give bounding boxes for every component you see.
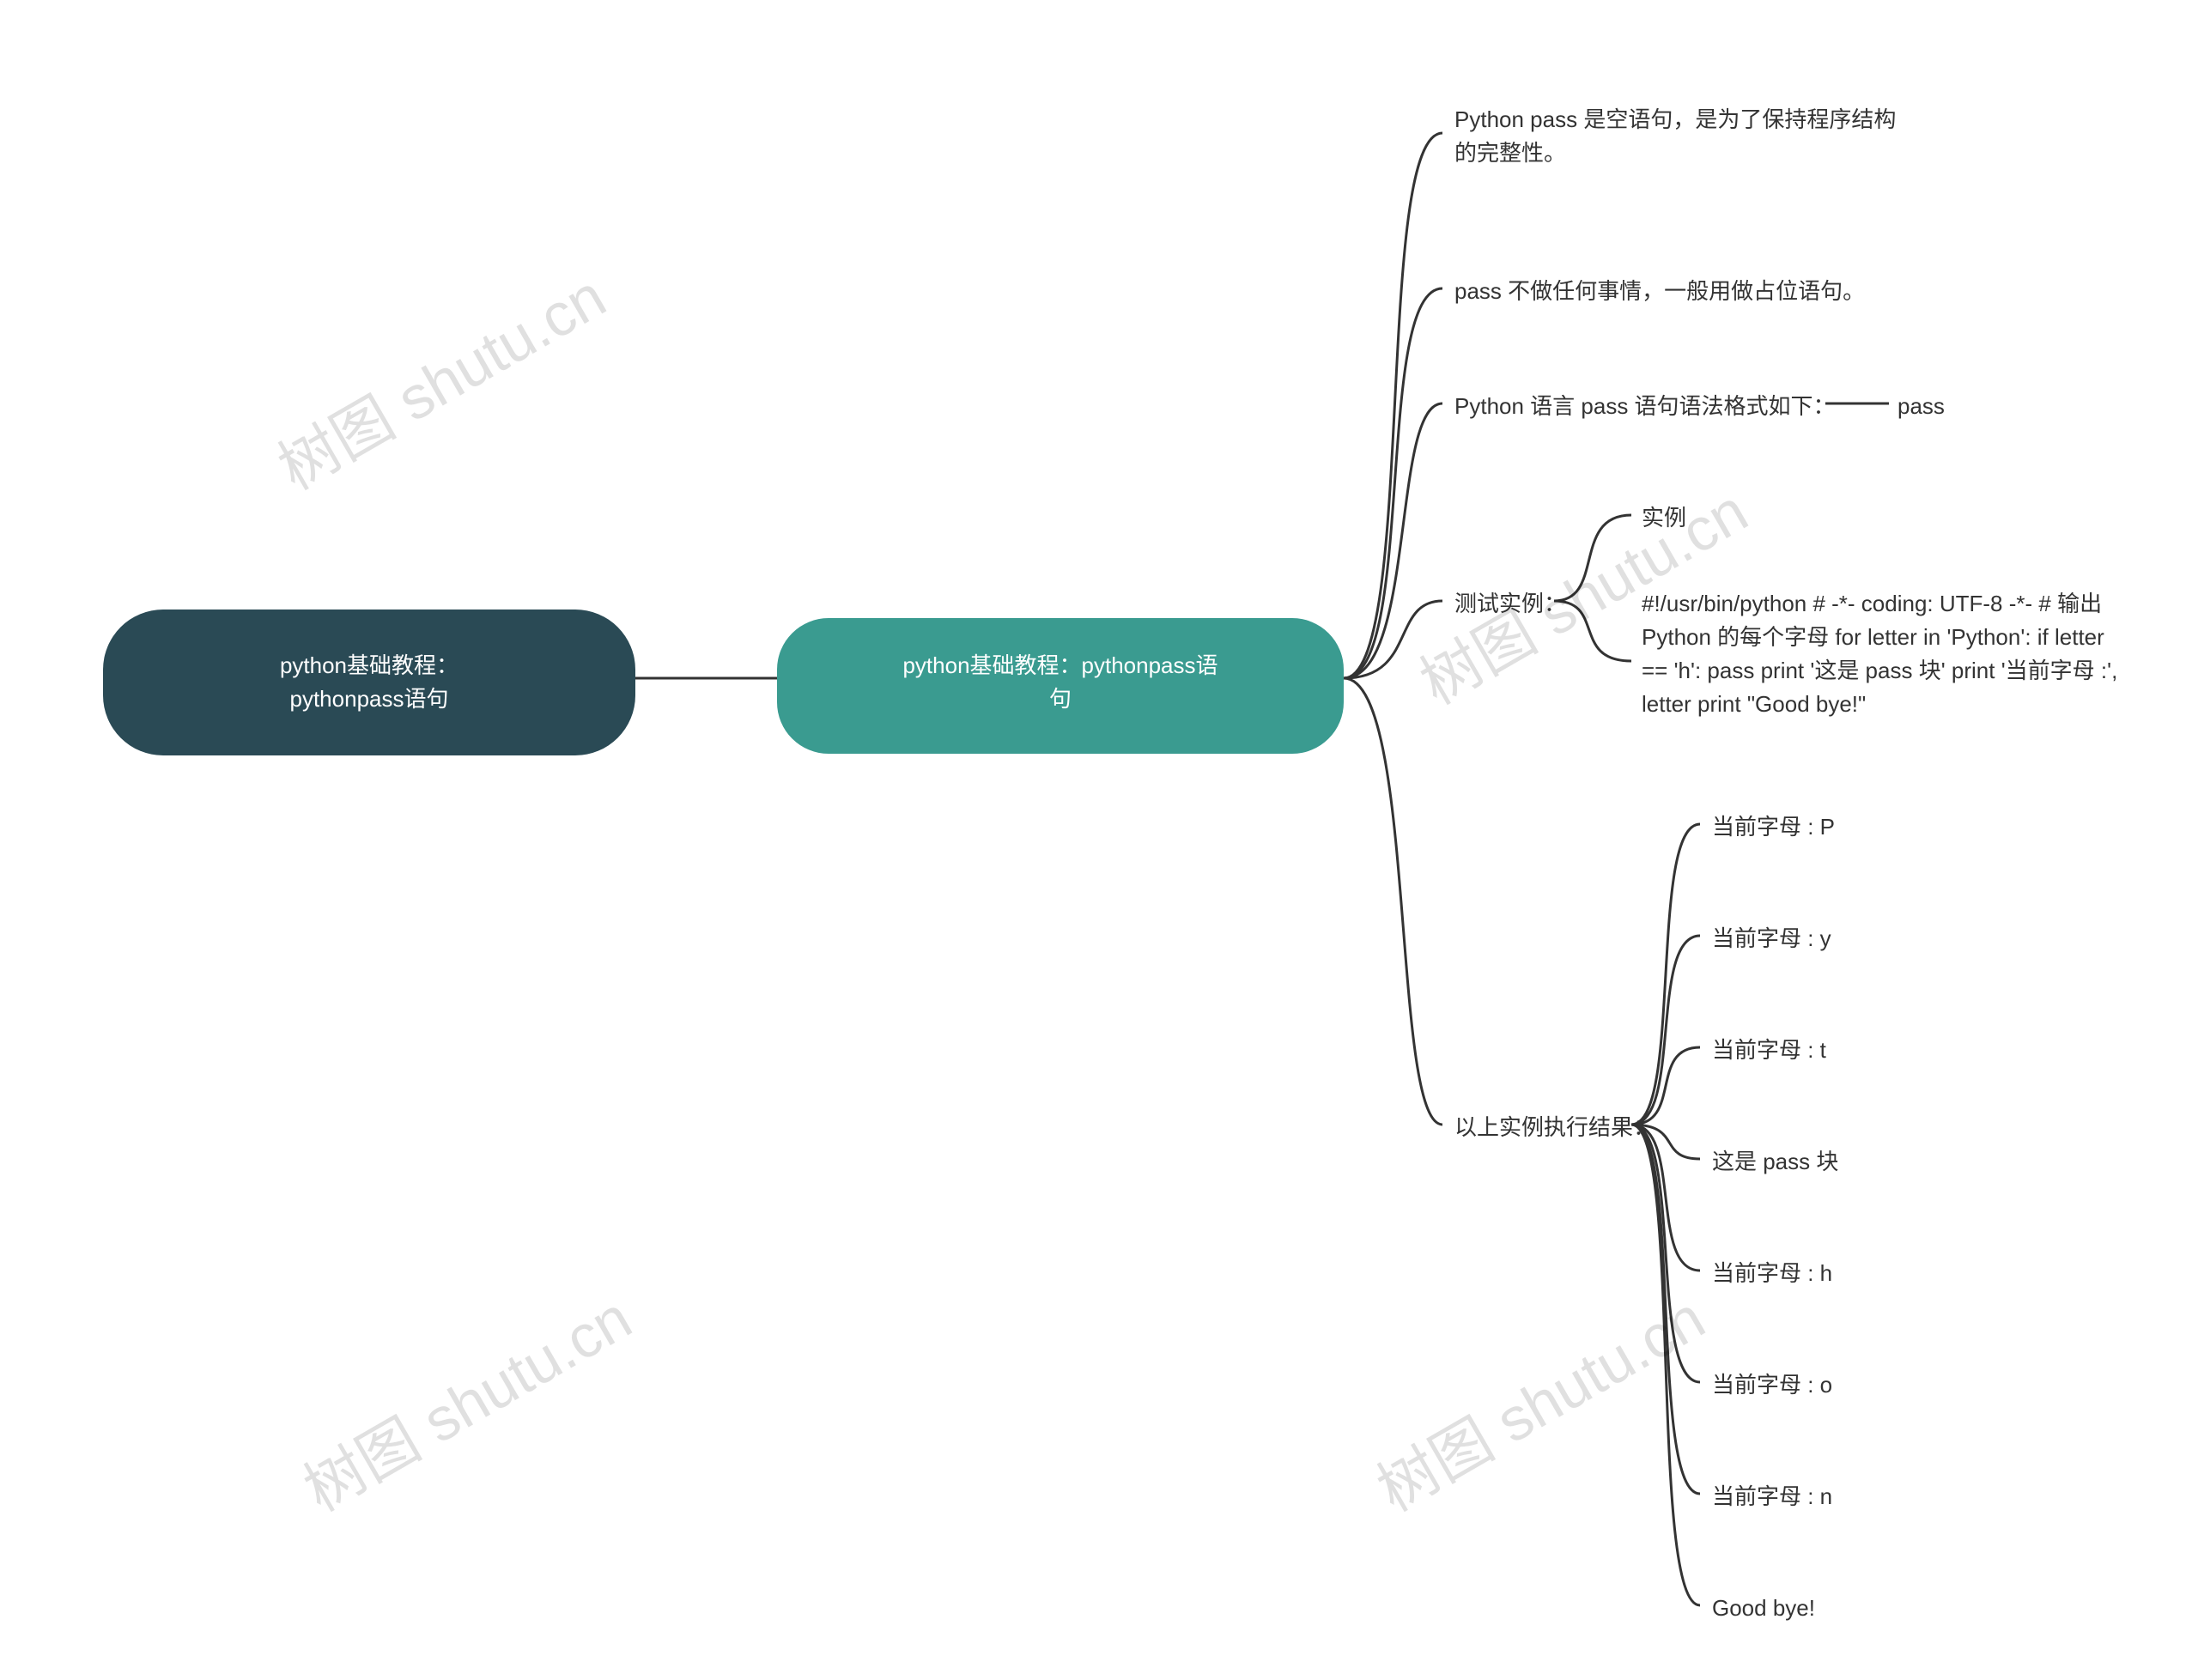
leaf-test-example[interactable]: 测试实例： [1454, 587, 1566, 621]
leaf-output-pass-block[interactable]: 这是 pass 块 [1712, 1145, 1838, 1179]
watermark: 树图 shutu.cn [1359, 1271, 1718, 1529]
sub-line1: python基础教程：pythonpass语 [834, 649, 1287, 682]
leaf-output-h[interactable]: 当前字母 : h [1712, 1257, 1832, 1290]
leaf-output-n[interactable]: 当前字母 : n [1712, 1480, 1832, 1513]
root-line1: python基础教程： [163, 649, 575, 682]
connector-lines [0, 0, 2198, 1680]
sub-line2: 句 [834, 682, 1287, 716]
watermark: 树图 shutu.cn [286, 1271, 645, 1529]
leaf-pass-placeholder[interactable]: pass 不做任何事情，一般用做占位语句。 [1454, 275, 1865, 308]
leaf-example-title[interactable]: 实例 [1642, 501, 1686, 535]
leaf-pass-empty-statement[interactable]: Python pass 是空语句，是为了保持程序结构的完整性。 [1454, 103, 1901, 170]
leaf-output-P[interactable]: 当前字母 : P [1712, 810, 1835, 844]
leaf-output-t[interactable]: 当前字母 : t [1712, 1034, 1826, 1067]
leaf-example-code[interactable]: #!/usr/bin/python # -*- coding: UTF-8 -*… [1642, 587, 2122, 721]
root-line2: pythonpass语句 [163, 682, 575, 716]
leaf-syntax-pass[interactable]: pass [1897, 390, 1945, 423]
sub-node[interactable]: python基础教程：pythonpass语 句 [777, 618, 1344, 754]
leaf-output-o[interactable]: 当前字母 : o [1712, 1368, 1832, 1402]
leaf-syntax-format[interactable]: Python 语言 pass 语句语法格式如下： [1454, 390, 1836, 423]
leaf-output-title[interactable]: 以上实例执行结果： [1454, 1111, 1655, 1144]
leaf-output-goodbye[interactable]: Good bye! [1712, 1592, 1815, 1625]
watermark: 树图 shutu.cn [260, 250, 619, 507]
root-node[interactable]: python基础教程： pythonpass语句 [103, 610, 635, 755]
leaf-output-y[interactable]: 当前字母 : y [1712, 922, 1831, 955]
